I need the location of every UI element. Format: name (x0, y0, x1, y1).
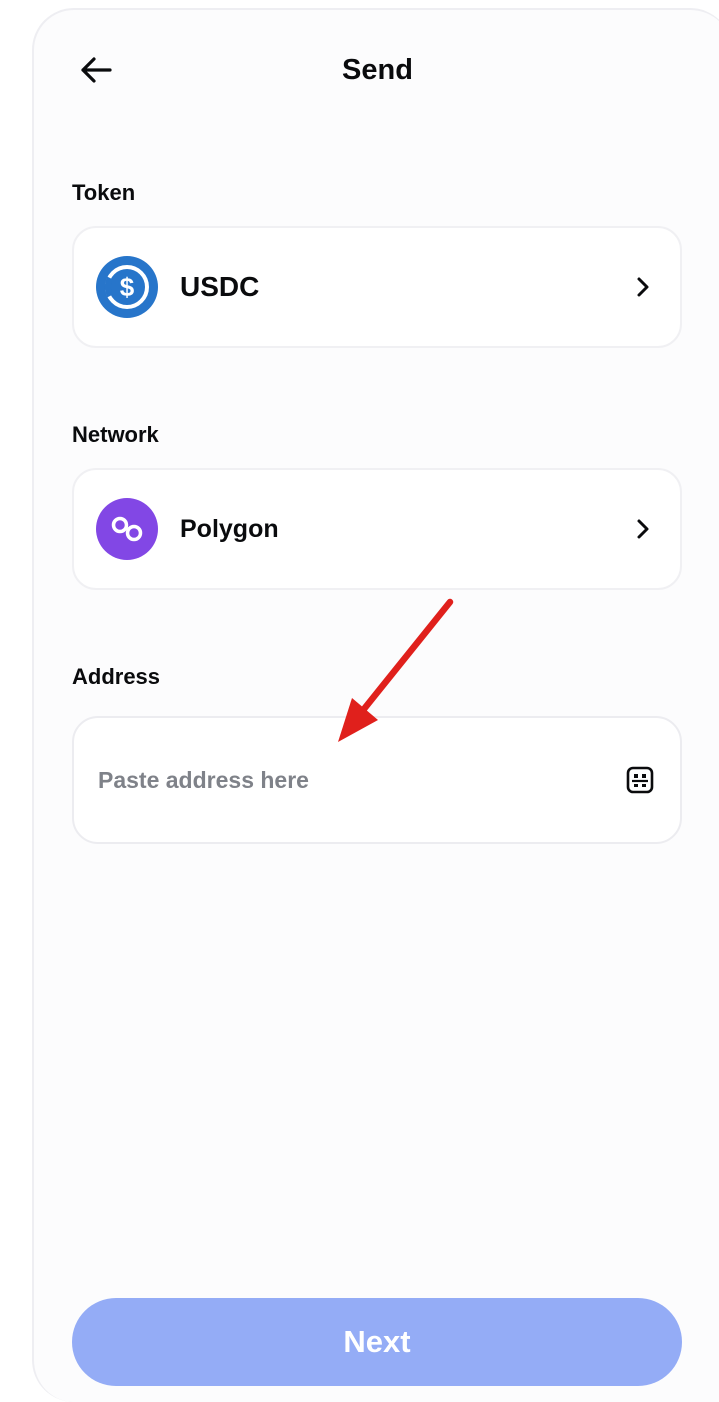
address-section-label: Address (72, 664, 161, 689)
chevron-right-icon (632, 518, 654, 540)
network-section-label: Network (72, 422, 159, 447)
token-section-label: Token (72, 180, 136, 205)
qr-scan-icon (626, 766, 654, 794)
usdc-icon: $ (96, 256, 158, 318)
qr-scan-button[interactable] (622, 762, 658, 798)
svg-text:$: $ (120, 272, 135, 302)
polygon-icon (96, 498, 158, 560)
address-field[interactable] (72, 716, 682, 844)
next-button[interactable]: Next (72, 1298, 682, 1386)
chevron-right-icon (632, 276, 654, 298)
network-value: Polygon (180, 514, 279, 543)
token-value: USDC (180, 271, 260, 302)
address-input[interactable] (98, 766, 622, 794)
page-title: Send (342, 54, 413, 86)
token-selector[interactable]: $ USDC (72, 226, 682, 348)
network-selector[interactable]: Polygon (72, 468, 682, 590)
phone-frame (32, 8, 719, 1402)
